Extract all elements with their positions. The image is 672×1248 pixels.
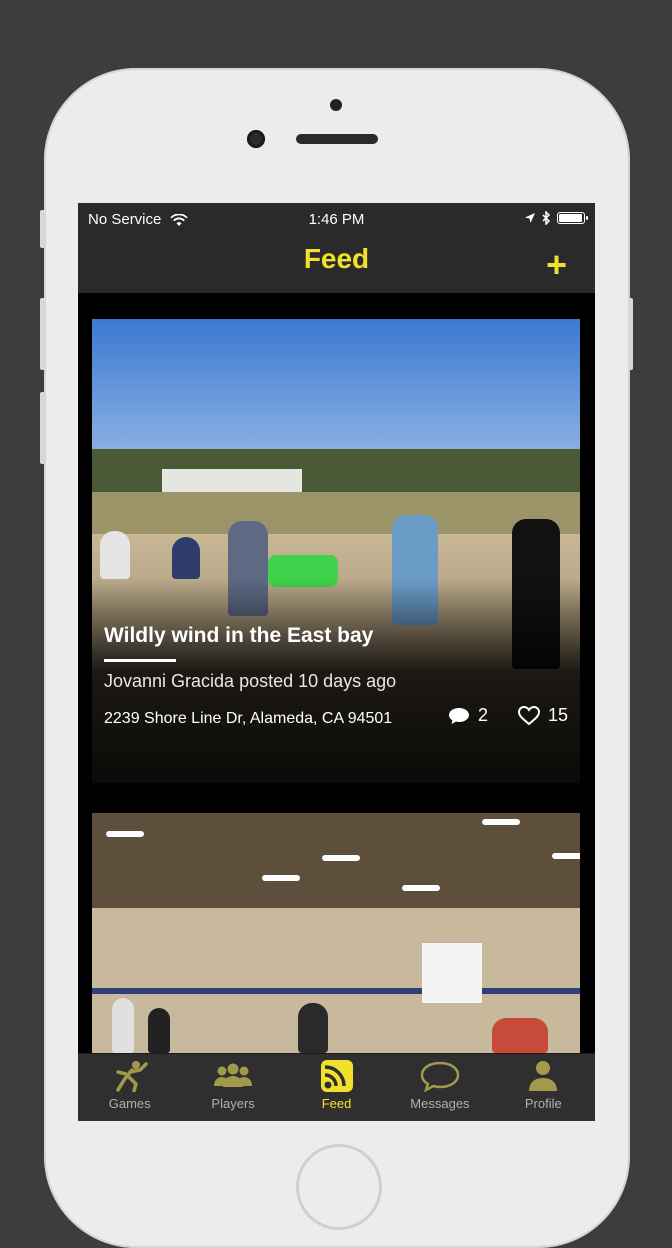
photo-player xyxy=(298,1003,328,1053)
comment-count: 2 xyxy=(477,705,488,725)
photo-gym-ceiling xyxy=(92,813,580,923)
tab-profile[interactable]: Profile xyxy=(492,1054,595,1121)
photo-ceiling-light xyxy=(482,819,520,825)
group-icon xyxy=(214,1063,253,1087)
home-button[interactable] xyxy=(296,1144,382,1230)
tab-label: Games xyxy=(108,1096,151,1111)
volume-down-button xyxy=(40,392,45,464)
photo-sky xyxy=(92,319,580,459)
feed-post-card[interactable] xyxy=(92,813,580,1053)
tab-bar: Games Players Feed Messages Profile xyxy=(78,1053,595,1121)
tab-games[interactable]: Games xyxy=(78,1054,181,1121)
speech-bubble-icon xyxy=(420,1061,460,1092)
photo-gym-window xyxy=(422,943,482,1003)
location-arrow-icon xyxy=(525,213,535,223)
power-button xyxy=(628,298,633,370)
post-byline: Jovanni Gracida posted 10 days ago xyxy=(104,671,397,691)
post-stats: 2 15 xyxy=(448,705,568,726)
proximity-sensor xyxy=(330,99,342,111)
tab-label: Players xyxy=(211,1096,255,1111)
heart-icon[interactable] xyxy=(517,705,540,726)
photo-ceiling-light xyxy=(402,885,440,891)
tab-feed[interactable]: Feed xyxy=(285,1054,388,1121)
post-title: Wildly wind in the East bay xyxy=(104,624,374,647)
tab-messages[interactable]: Messages xyxy=(388,1054,491,1121)
post-address: 2239 Shore Line Dr, Alameda, CA 94501 xyxy=(104,710,393,727)
mute-switch xyxy=(40,210,45,248)
feed-post-card[interactable]: Wildly wind in the East bay Jovanni Grac… xyxy=(92,319,580,783)
battery-level xyxy=(559,214,582,222)
tab-players[interactable]: Players xyxy=(181,1054,284,1121)
photo-ceiling-light xyxy=(106,831,144,837)
photo-player xyxy=(492,1018,548,1053)
photo-player xyxy=(148,1008,170,1053)
photo-building xyxy=(162,469,302,494)
photo-ceiling-light xyxy=(552,853,580,859)
front-camera xyxy=(247,130,265,148)
tab-label: Messages xyxy=(410,1096,470,1111)
player-throw-icon xyxy=(115,1061,148,1092)
title-divider xyxy=(104,659,176,662)
bluetooth-icon xyxy=(542,211,551,225)
photo-spectator xyxy=(172,537,200,579)
feed-list[interactable]: Wildly wind in the East bay Jovanni Grac… xyxy=(78,293,595,1053)
photo-ceiling-light xyxy=(262,875,300,881)
photo-spectator xyxy=(100,531,130,579)
navigation-bar: Feed + xyxy=(78,235,595,293)
tab-label: Feed xyxy=(321,1096,352,1111)
volume-up-button xyxy=(40,298,45,370)
status-indicators xyxy=(524,211,588,225)
like-count: 15 xyxy=(547,705,568,725)
rss-feed-icon xyxy=(320,1060,353,1092)
tab-label: Profile xyxy=(524,1096,562,1111)
photo-player xyxy=(112,998,134,1053)
earpiece-speaker xyxy=(296,134,378,144)
app-screen: No Service 1:46 PM Feed + Wildly wind in… xyxy=(78,203,595,1121)
status-bar: No Service 1:46 PM xyxy=(78,203,595,235)
photo-gym-stripe xyxy=(92,988,580,994)
person-icon xyxy=(529,1061,558,1091)
photo-ceiling-light xyxy=(322,855,360,861)
battery-icon xyxy=(557,212,588,224)
clock: 1:46 PM xyxy=(308,211,365,228)
page-title: Feed xyxy=(303,243,370,274)
add-post-button[interactable]: + xyxy=(546,245,567,285)
comment-icon[interactable] xyxy=(448,707,470,725)
